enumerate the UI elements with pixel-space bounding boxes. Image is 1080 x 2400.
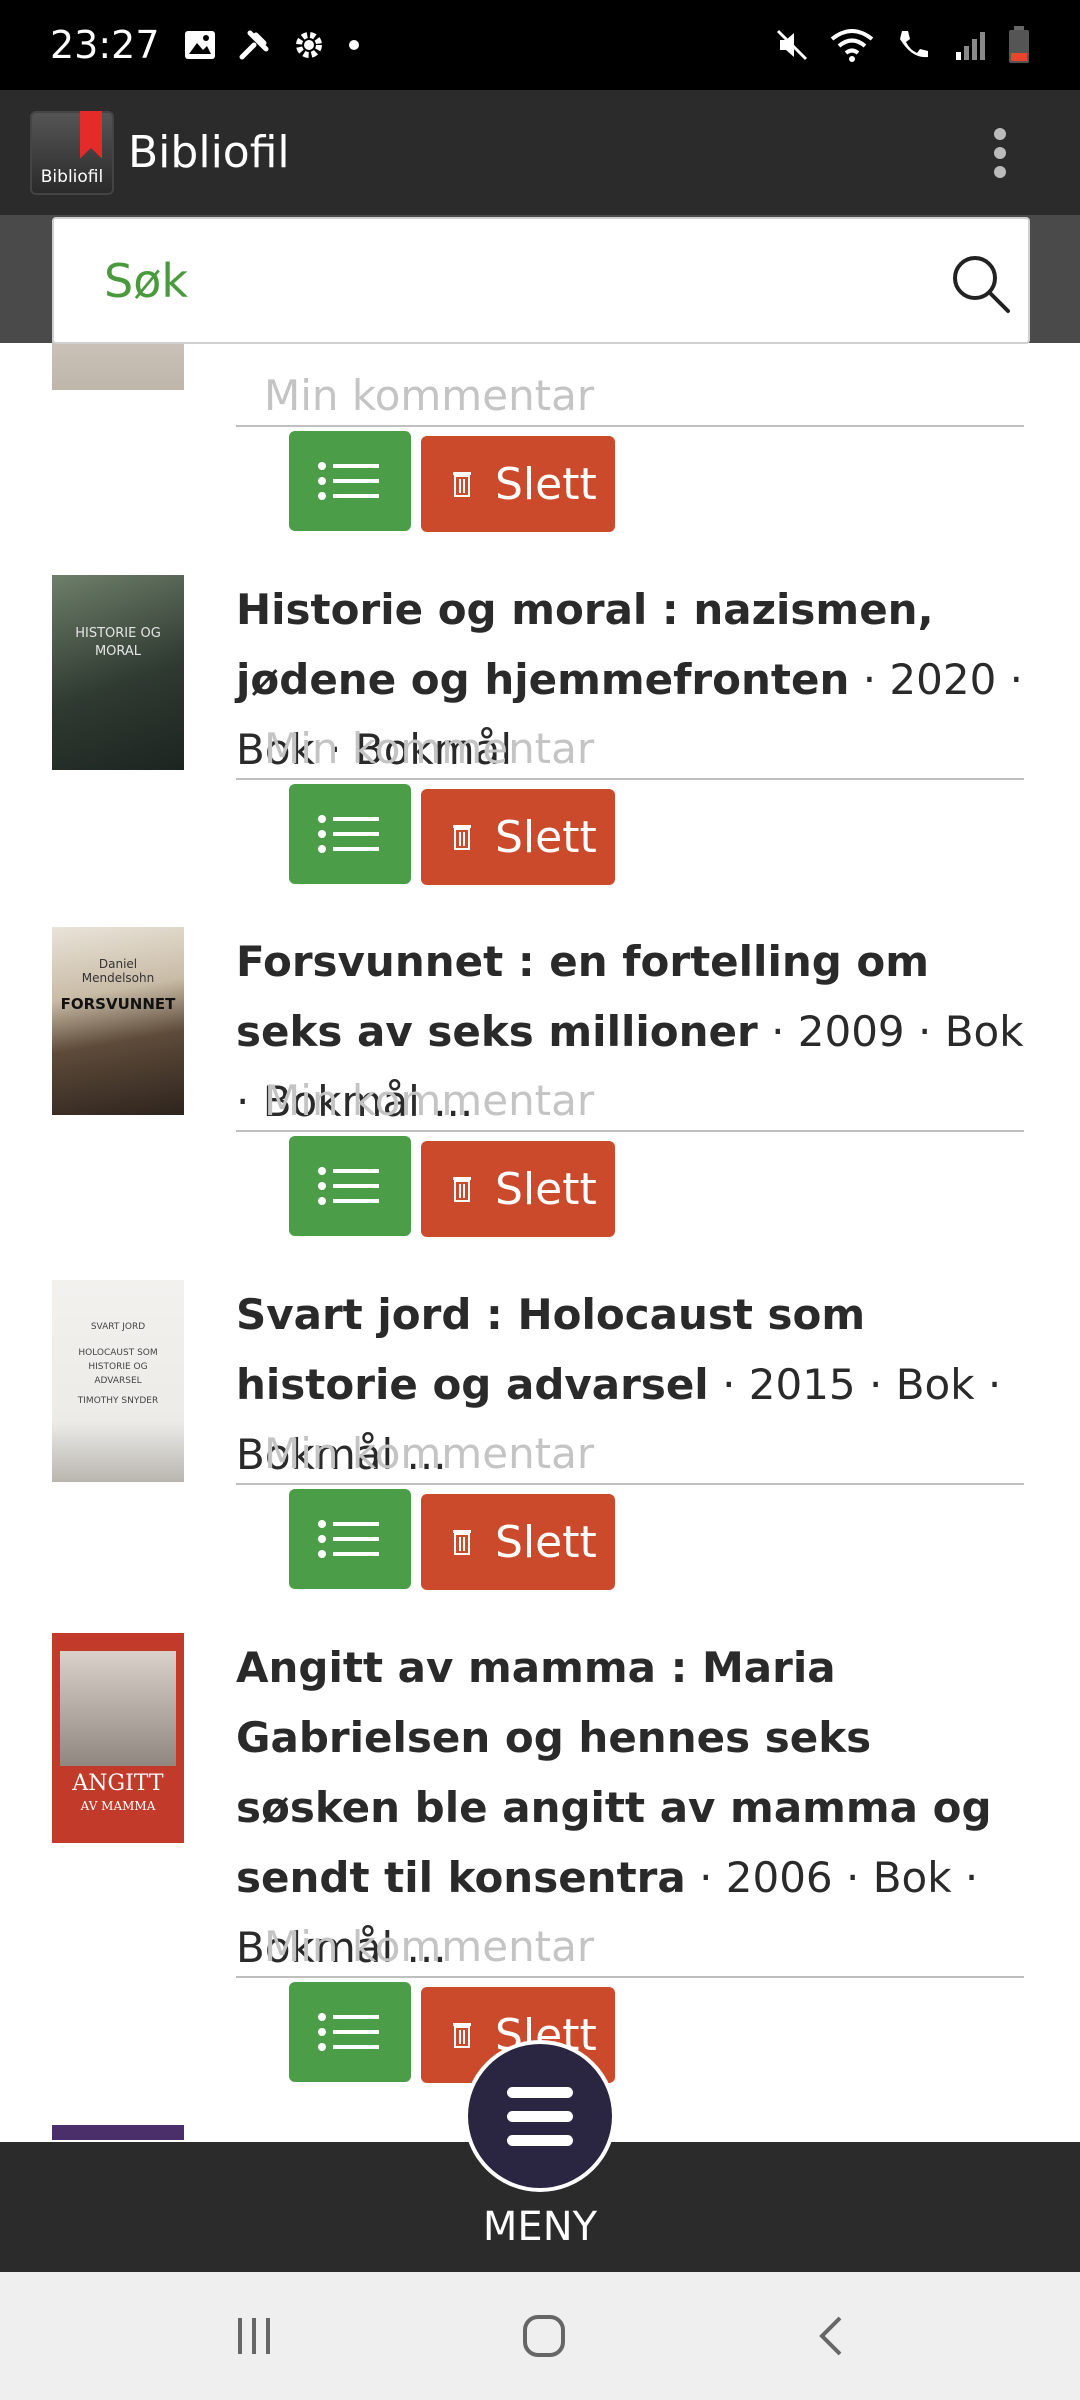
list-icon [318, 462, 379, 500]
image-icon [184, 31, 215, 59]
book-title: Historie og moral : nazismen, jødene og … [236, 585, 934, 704]
book-cover[interactable]: ANGITT AV MAMMA [52, 1633, 184, 1843]
signal-icon [956, 32, 985, 60]
tools-icon [239, 30, 269, 60]
app-logo: Bibliofil [30, 110, 114, 195]
book-cover[interactable] [52, 2125, 184, 2140]
system-nav-bar [0, 2272, 1080, 2400]
bookmark-ribbon-icon [80, 110, 102, 159]
book-cover[interactable]: Daniel Mendelsohn FORSVUNNET [52, 927, 184, 1115]
comment-field[interactable] [236, 1423, 1024, 1485]
cover-text: ANGITT [72, 1771, 164, 1796]
status-right-icons [774, 26, 1030, 64]
search-input[interactable] [104, 253, 924, 308]
cover-author: Daniel Mendelsohn [81, 957, 155, 985]
battery-icon [1009, 26, 1029, 63]
delete-label: Slett [495, 458, 597, 510]
logo-text: Bibliofil [40, 166, 104, 187]
mute-icon [776, 29, 808, 61]
list-button[interactable] [289, 1136, 411, 1236]
list-icon [318, 2013, 379, 2051]
delete-button[interactable]: Slett [421, 1141, 615, 1237]
comment-field[interactable] [236, 365, 1024, 427]
menu-label[interactable]: MENY [0, 2204, 1080, 2250]
cover-text: FORSVUNNET [60, 995, 176, 1013]
trash-icon [453, 1530, 471, 1555]
book-list: Slett HISTORIE OG MORAL Historie og mora… [0, 330, 1080, 2140]
cover-text: HISTORIE OG MORAL [75, 626, 161, 659]
volte-call-icon [900, 31, 928, 58]
delete-label: Slett [495, 1516, 597, 1568]
gear-icon [295, 32, 322, 58]
list-icon [318, 815, 379, 853]
delete-label: Slett [495, 1163, 597, 1215]
hamburger-icon[interactable] [464, 2040, 616, 2192]
cover-photo [60, 1651, 176, 1766]
trash-icon [453, 1177, 471, 1202]
cover-title: SVART JORD [90, 1322, 146, 1332]
list-button[interactable] [289, 431, 411, 531]
list-button[interactable] [289, 784, 411, 884]
status-bar: 23:27 [0, 0, 1080, 90]
list-button[interactable] [289, 1489, 411, 1589]
search-icon[interactable] [950, 253, 1012, 315]
app-screen: 23:27 Bibliofil Bibliofil Søk Min kommen… [0, 0, 1080, 2400]
comment-field[interactable] [236, 718, 1024, 780]
list-icon [318, 1167, 379, 1205]
wifi-icon [830, 29, 874, 62]
delete-button[interactable]: Slett [421, 1494, 615, 1590]
cover-text: HOLOCAUST SOM HISTORIE OG ADVARSEL [78, 1348, 158, 1386]
delete-button[interactable]: Slett [421, 789, 615, 885]
trash-icon [453, 472, 471, 497]
comment-field[interactable] [236, 1070, 1024, 1132]
trash-icon [453, 2023, 471, 2048]
more-vert-icon[interactable] [980, 118, 1020, 188]
cover-subtitle: AV MAMMA [80, 1799, 156, 1813]
back-icon[interactable] [812, 2312, 848, 2360]
status-time: 23:27 [50, 23, 160, 67]
list-icon [318, 1520, 379, 1558]
book-cover[interactable]: SVART JORD HOLOCAUST SOM HISTORIE OG ADV… [52, 1280, 184, 1482]
app-title: Bibliofil [128, 127, 290, 178]
comment-field[interactable] [236, 1916, 1024, 1978]
search-box[interactable] [52, 217, 1030, 344]
delete-button[interactable]: Slett [421, 436, 615, 532]
delete-label: Slett [495, 811, 597, 863]
app-bar: Bibliofil Bibliofil [0, 90, 1080, 215]
book-cover[interactable]: HISTORIE OG MORAL [52, 575, 184, 770]
dot-icon [348, 40, 359, 50]
cover-author: TIMOTHY SNYDER [77, 1396, 159, 1406]
recent-apps-icon[interactable] [232, 2314, 276, 2358]
home-icon[interactable] [520, 2312, 568, 2360]
status-left-icons [184, 28, 360, 62]
list-button[interactable] [289, 1982, 411, 2082]
trash-icon [453, 825, 471, 850]
